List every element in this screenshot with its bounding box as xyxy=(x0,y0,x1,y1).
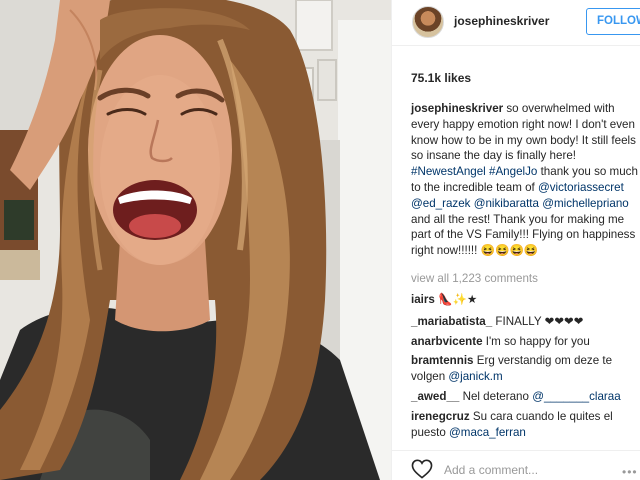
mention-link[interactable]: @michellepriano xyxy=(542,197,629,210)
mention-link[interactable]: @victoriassecret xyxy=(538,181,624,194)
post-footer: ••• xyxy=(392,450,640,480)
comment-username[interactable]: bramtennis xyxy=(411,354,474,367)
comment-item: _mariabatista_ FINALLY ❤❤❤❤ xyxy=(411,314,640,330)
mention-link[interactable]: @_______claraa xyxy=(532,390,620,403)
caption-text: and all the rest! Thank you for making m… xyxy=(411,212,636,258)
comment-text: 👠✨★ xyxy=(434,293,478,306)
follow-button[interactable]: FOLLOW xyxy=(586,8,640,35)
heart-icon[interactable] xyxy=(411,459,433,479)
view-all-comments-link[interactable]: view all 1,223 comments xyxy=(411,272,538,285)
hashtag-link[interactable]: #NewestAngel xyxy=(411,165,486,178)
comment-username[interactable]: _mariabatista_ xyxy=(411,315,492,328)
avatar[interactable] xyxy=(412,6,444,38)
add-comment-input[interactable] xyxy=(444,462,604,478)
comment-item: anarbvicente I'm so happy for you xyxy=(411,334,640,350)
mention-link[interactable]: @maca_ferran xyxy=(449,426,526,439)
comment-text: FINALLY ❤❤❤❤ xyxy=(492,315,584,328)
comment-username[interactable]: anarbvicente xyxy=(411,335,483,348)
mention-link[interactable]: @janick.m xyxy=(448,370,502,383)
mention-link[interactable]: @nikibaratta xyxy=(474,197,539,210)
likes-count[interactable]: 75.1k likes xyxy=(411,71,471,85)
post-sidebar: josephineskriver FOLLOW 75.1k likes jose… xyxy=(391,0,640,480)
caption-username[interactable]: josephineskriver xyxy=(411,102,503,115)
comment-text: I'm so happy for you xyxy=(482,335,590,348)
comment-username[interactable]: iairs xyxy=(411,293,435,306)
post-caption: josephineskriver so overwhelmed with eve… xyxy=(411,101,640,266)
comment-username[interactable]: _awed__ xyxy=(411,390,459,403)
mention-link[interactable]: @ed_razek xyxy=(411,197,470,210)
header-username[interactable]: josephineskriver xyxy=(454,14,549,28)
post-header: josephineskriver FOLLOW xyxy=(392,0,640,46)
comment-text: Nel deterano xyxy=(459,390,533,403)
comment-item: irenegcruz Su cara cuando le quites el p… xyxy=(411,409,640,441)
post-photo[interactable] xyxy=(0,0,391,480)
post-photo-illustration xyxy=(0,0,391,480)
more-options-icon[interactable]: ••• xyxy=(622,465,638,479)
comment-item: bramtennis Erg verstandig om deze te vol… xyxy=(411,353,640,385)
comment-item: iairs 👠✨★ xyxy=(411,292,640,308)
comment-item: _awed__ Nel deterano @_______claraa xyxy=(411,389,640,405)
comment-username[interactable]: irenegcruz xyxy=(411,410,470,423)
hashtag-link[interactable]: #AngelJo xyxy=(489,165,537,178)
